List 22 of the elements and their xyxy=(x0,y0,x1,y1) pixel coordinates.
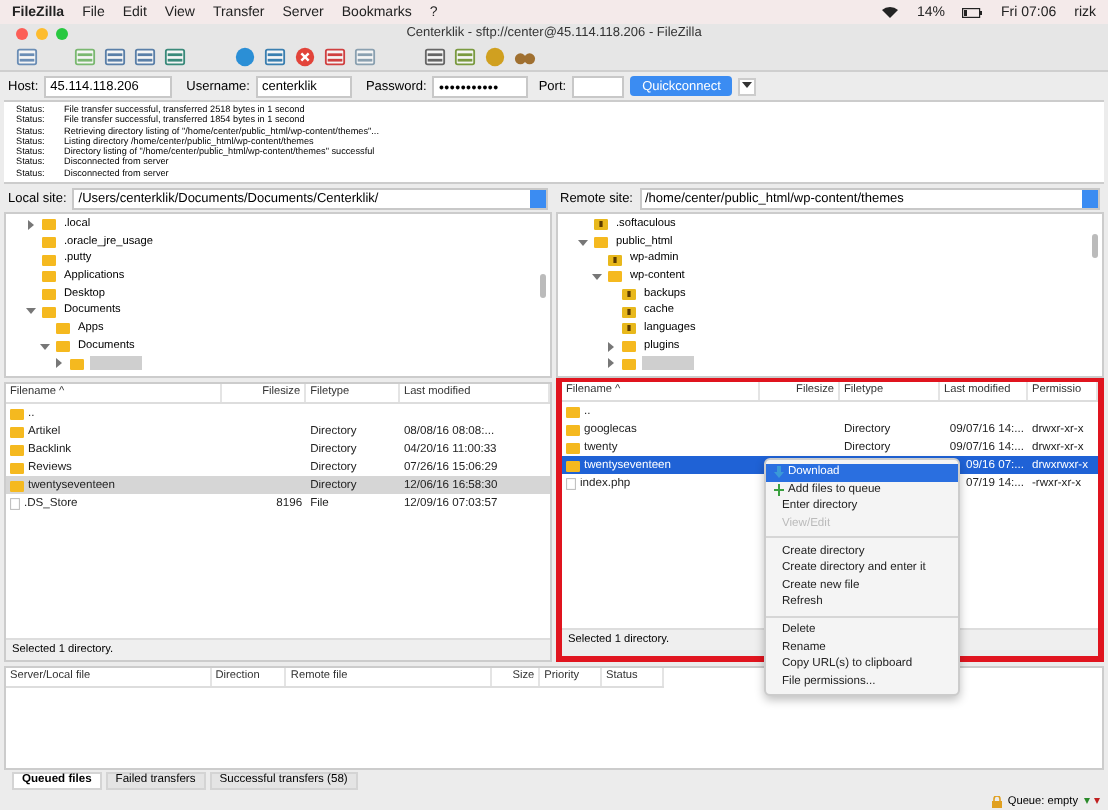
caret-icon xyxy=(742,82,753,90)
close-window-button[interactable] xyxy=(16,28,28,40)
activity-icon xyxy=(1084,797,1100,807)
expand-arrow-icon[interactable] xyxy=(54,358,64,369)
download-icon xyxy=(774,466,784,479)
dropdown-button[interactable] xyxy=(738,77,757,95)
expand-arrow-icon[interactable] xyxy=(40,341,50,352)
wifi-icon[interactable] xyxy=(882,6,899,18)
expand-arrow-icon[interactable] xyxy=(26,219,36,230)
expand-arrow-icon[interactable] xyxy=(592,271,602,282)
lock-icon xyxy=(991,796,1002,808)
expand-arrow-icon[interactable] xyxy=(606,358,616,369)
expand-arrow-icon[interactable] xyxy=(606,341,616,352)
add-icon xyxy=(774,483,784,496)
folder-icon xyxy=(594,236,608,249)
file-icon xyxy=(10,497,20,509)
folder-icon xyxy=(608,270,622,283)
port-field[interactable] xyxy=(572,75,625,97)
expand-arrow-icon[interactable] xyxy=(578,237,588,248)
cancel-icon[interactable] xyxy=(294,46,316,68)
expand-arrow-icon[interactable] xyxy=(26,306,36,317)
battery-icon[interactable] xyxy=(962,7,983,17)
